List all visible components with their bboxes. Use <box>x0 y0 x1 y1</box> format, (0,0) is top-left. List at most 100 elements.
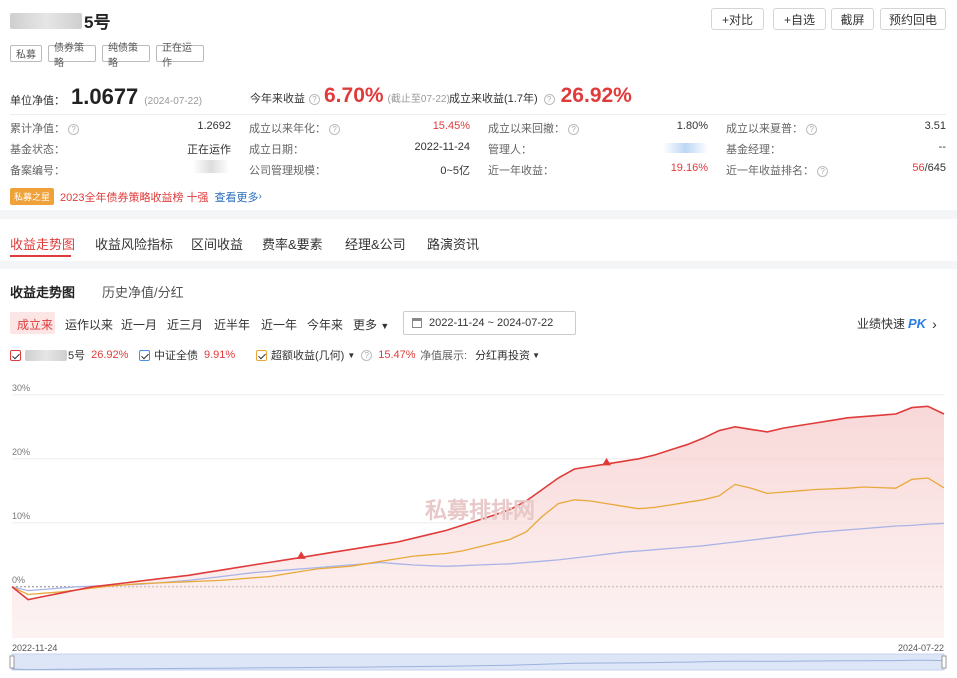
range-6m[interactable]: 近半年 <box>214 316 250 333</box>
help-icon[interactable]: ? <box>361 349 373 361</box>
redacted-manager[interactable] <box>663 143 708 156</box>
range-since-operation[interactable]: 运作以来 <box>65 316 113 333</box>
help-icon[interactable]: ? <box>309 94 320 105</box>
checkbox-icon[interactable] <box>10 349 21 361</box>
inception-label: 成立来收益(1.7年) <box>449 93 538 105</box>
stat-label: 成立以来夏普： ? <box>726 120 818 136</box>
stat-value: 正在运作 <box>187 144 231 156</box>
ytd-note: (截止至07-22) <box>387 94 450 105</box>
checkbox-icon[interactable] <box>256 349 267 361</box>
section-gap <box>0 210 957 219</box>
x-tick-label: 2022-11-24 <box>12 643 57 653</box>
compare-button[interactable]: +对比 <box>711 8 764 30</box>
divider <box>10 114 946 115</box>
nav-label: 单位净值： <box>10 95 65 107</box>
range-more[interactable]: 更多 ▼ <box>353 316 389 333</box>
display-mode[interactable]: 净值展示: 分红再投资 ▼ <box>420 347 540 363</box>
fund-title: 5号 <box>10 8 110 33</box>
tab-interval[interactable]: 区间收益 <box>191 234 243 253</box>
legend-name: 中证全债 <box>154 350 198 362</box>
range-1m[interactable]: 近一月 <box>121 316 157 333</box>
legend-name: 超额收益(几何) <box>271 350 345 362</box>
stat-value: 15.45% <box>432 120 470 132</box>
stat-value: 3.51 <box>924 120 946 132</box>
help-icon[interactable]: ? <box>568 123 580 135</box>
range-since-inception[interactable]: 成立来 <box>17 316 53 333</box>
checkbox-icon[interactable] <box>139 349 150 361</box>
section-gap <box>0 261 957 269</box>
stat-label: 成立以来回撤： ? <box>488 120 580 136</box>
stat-value: 19.16% <box>670 162 708 174</box>
stat-label: 近一年收益排名： ? <box>726 162 829 178</box>
calendar-icon <box>412 318 422 328</box>
range-navigator[interactable] <box>9 653 947 671</box>
stat-label: 基金经理： <box>726 144 781 156</box>
y-tick-label: 10% <box>12 511 30 521</box>
stat-label: 成立日期： <box>249 144 304 156</box>
stat-label: 管理人： <box>488 144 532 156</box>
range-1y[interactable]: 近一年 <box>261 316 297 333</box>
navigator-handle-left[interactable] <box>9 655 15 669</box>
range-3m[interactable]: 近三月 <box>167 316 203 333</box>
tag-running: 正在运作 <box>156 43 204 69</box>
award-link[interactable]: 查看更多 <box>215 189 259 205</box>
performance-chart[interactable]: 30% 20% 10% 0% 私募排排网 2022-11-24 2024-07-22 <box>0 370 957 678</box>
inception-value: 26.92% <box>560 84 632 107</box>
tab-manager[interactable]: 经理&公司 <box>345 234 406 253</box>
fund-title-suffix: 5号 <box>84 13 111 32</box>
stat-label: 成立以来年化： ? <box>249 120 341 136</box>
caret-down-icon[interactable]: ▼ <box>347 351 355 360</box>
stat-label: 公司管理规模： <box>249 165 326 177</box>
help-icon[interactable]: ? <box>817 165 829 177</box>
stat-value: -- <box>938 141 946 153</box>
pk-badge: PK <box>908 316 927 331</box>
pk-label: 业绩快速 <box>857 317 906 331</box>
subtab-chart[interactable]: 收益走势图 <box>10 282 75 301</box>
ytd-label: 今年来收益 <box>250 93 305 105</box>
display-label: 净值展示: <box>420 350 468 362</box>
redacted-name <box>25 349 67 361</box>
chevron-right-icon: › <box>258 191 262 202</box>
ytd-block: 今年来收益 ? 6.70% (截止至07-22) <box>250 84 450 108</box>
tab-performance[interactable]: 收益走势图 <box>10 234 75 253</box>
navigator-window[interactable] <box>11 653 945 671</box>
tab-underline <box>10 255 71 257</box>
y-tick-label: 30% <box>12 383 30 393</box>
legend-fund[interactable]: 5号 26.92% <box>10 347 128 363</box>
ytd-value: 6.70% <box>324 84 384 107</box>
tag-bond-strategy: 债券策略 <box>48 43 96 69</box>
nav-date: (2024-07-22) <box>144 96 203 107</box>
award-text: 2023全年债券策略收益榜 十强 <box>60 191 209 204</box>
legend-benchmark[interactable]: 中证全债 9.91% <box>139 347 235 363</box>
nav-value: 1.0677 <box>71 84 139 109</box>
date-range-picker[interactable]: 2022-11-24 ~ 2024-07-22 <box>403 311 576 335</box>
help-icon[interactable]: ? <box>806 123 818 135</box>
help-icon[interactable]: ? <box>543 94 555 105</box>
range-ytd[interactable]: 今年来 <box>307 316 343 333</box>
pk-link[interactable]: 业绩快速 PK › <box>857 315 937 332</box>
marker-triangle <box>296 551 306 559</box>
help-icon[interactable]: ? <box>68 123 80 135</box>
y-tick-label: 0% <box>12 575 25 585</box>
add-watchlist-button[interactable]: +自选 <box>773 8 826 30</box>
inception-block: 成立来收益(1.7年) ? 26.92% <box>449 84 632 108</box>
award-badge: 私募之星 <box>10 188 55 205</box>
subtab-history[interactable]: 历史净值/分红 <box>102 282 184 301</box>
legend-name: 5号 <box>68 350 86 362</box>
help-icon[interactable]: ? <box>329 123 341 135</box>
x-tick-label: 2024-07-22 <box>898 643 944 653</box>
stat-label: 基金状态： <box>10 144 65 156</box>
stat-value: 1.2692 <box>197 120 231 132</box>
stat-value: 0~5亿 <box>440 165 470 177</box>
tab-risk[interactable]: 收益风险指标 <box>95 234 173 253</box>
legend-value: 26.92% <box>91 349 129 361</box>
stat-label: 备案编号： <box>10 165 65 177</box>
navigator-handle-right[interactable] <box>941 655 947 669</box>
tab-fees[interactable]: 费率&要素 <box>262 234 323 253</box>
date-range-text: 2022-11-24 ~ 2024-07-22 <box>429 317 554 329</box>
tab-roadshow[interactable]: 路演资讯 <box>427 234 479 253</box>
legend-excess[interactable]: 超额收益(几何) ▼ ? 15.47% <box>256 347 416 363</box>
callback-button[interactable]: 预约回电 <box>880 8 946 30</box>
display-value[interactable]: 分红再投资 <box>475 347 530 363</box>
screenshot-button[interactable]: 截屏 <box>831 8 874 30</box>
